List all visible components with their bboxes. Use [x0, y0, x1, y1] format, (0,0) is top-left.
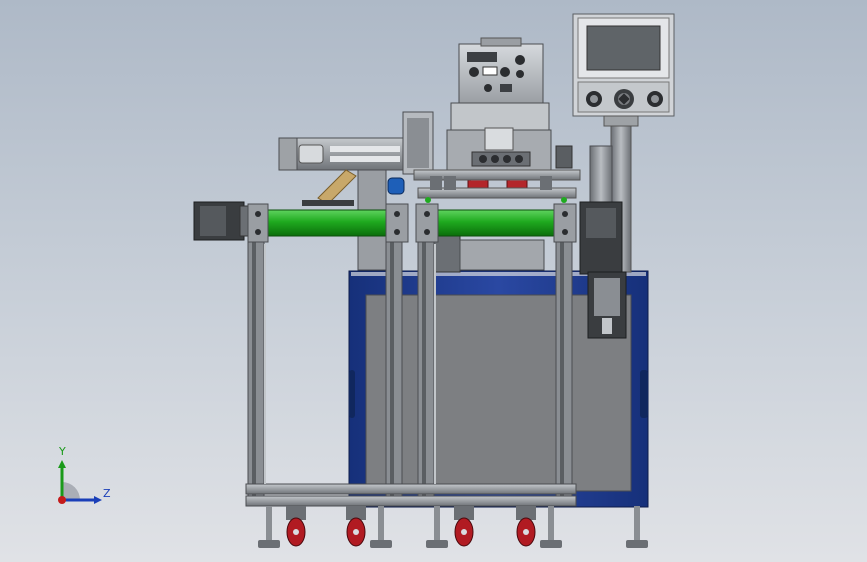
feed-cylinder-assembly: [278, 111, 434, 206]
hmi-knob-icon: [647, 91, 663, 107]
door-hinge: [640, 370, 648, 418]
hmi-screen: [586, 25, 661, 71]
emergency-stop-icon: [614, 89, 634, 109]
caster-wheels: [286, 506, 536, 547]
triad-y-label: Y: [58, 445, 66, 458]
sensor: [387, 177, 405, 195]
cad-viewport[interactable]: Y Z: [0, 0, 867, 562]
leveling-feet: [258, 506, 648, 548]
head-body: [450, 102, 550, 132]
pad-print-head: [446, 37, 573, 191]
feeder-chute: [317, 169, 357, 205]
conveyor-roller: [261, 209, 557, 237]
pneumatic-cylinder: [278, 137, 404, 171]
triad-z-label: Z: [103, 487, 111, 500]
coordinate-triad-icon: Y Z: [58, 445, 111, 504]
hmi-knob-icon: [586, 91, 602, 107]
